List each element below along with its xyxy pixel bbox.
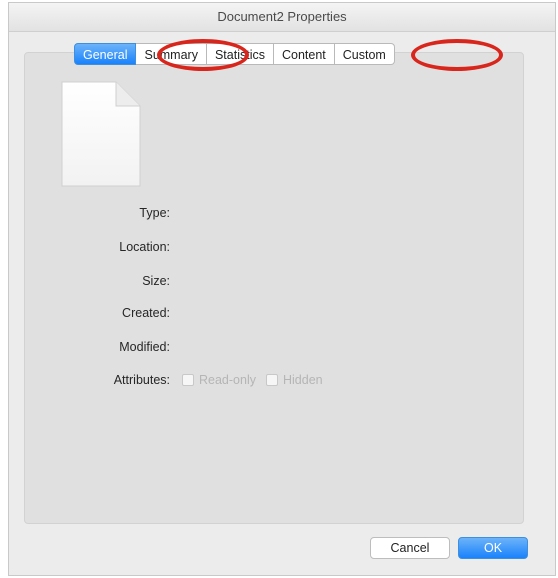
tab-content[interactable]: Content — [273, 43, 335, 65]
created-label: Created: — [122, 306, 170, 320]
modified-row: Modified: — [76, 340, 476, 360]
tab-general[interactable]: General — [74, 43, 137, 65]
tab-bar: General Summary Statistics Content Custo… — [74, 43, 395, 65]
hidden-label: Hidden — [282, 373, 323, 387]
attributes-options: Read-only Hidden — [182, 373, 333, 387]
hidden-checkbox[interactable] — [265, 374, 278, 386]
blank-document-icon — [60, 80, 142, 188]
attributes-label: Attributes: — [113, 373, 170, 387]
ok-button[interactable]: OK — [458, 537, 528, 559]
type-row: Type: — [76, 206, 476, 226]
hidden-option[interactable]: Hidden — [265, 373, 323, 387]
read-only-checkbox[interactable] — [182, 374, 194, 386]
tab-custom[interactable]: Custom — [334, 43, 395, 65]
cancel-button[interactable]: Cancel — [370, 537, 450, 559]
modified-label: Modified: — [119, 340, 170, 354]
attributes-row: Attributes: Read-only Hidden — [76, 373, 476, 393]
read-only-label: Read-only — [199, 373, 256, 387]
size-label: Size: — [142, 274, 170, 288]
tab-summary[interactable]: Summary — [136, 43, 207, 65]
window-title: Document2 Properties — [9, 3, 555, 32]
location-label: Location: — [119, 240, 170, 254]
size-row: Size: — [76, 274, 476, 294]
location-row: Location: — [76, 240, 476, 260]
type-label: Type: — [139, 206, 170, 220]
created-row: Created: — [76, 306, 476, 326]
tab-statistics[interactable]: Statistics — [206, 43, 274, 65]
read-only-option[interactable]: Read-only — [182, 373, 256, 387]
